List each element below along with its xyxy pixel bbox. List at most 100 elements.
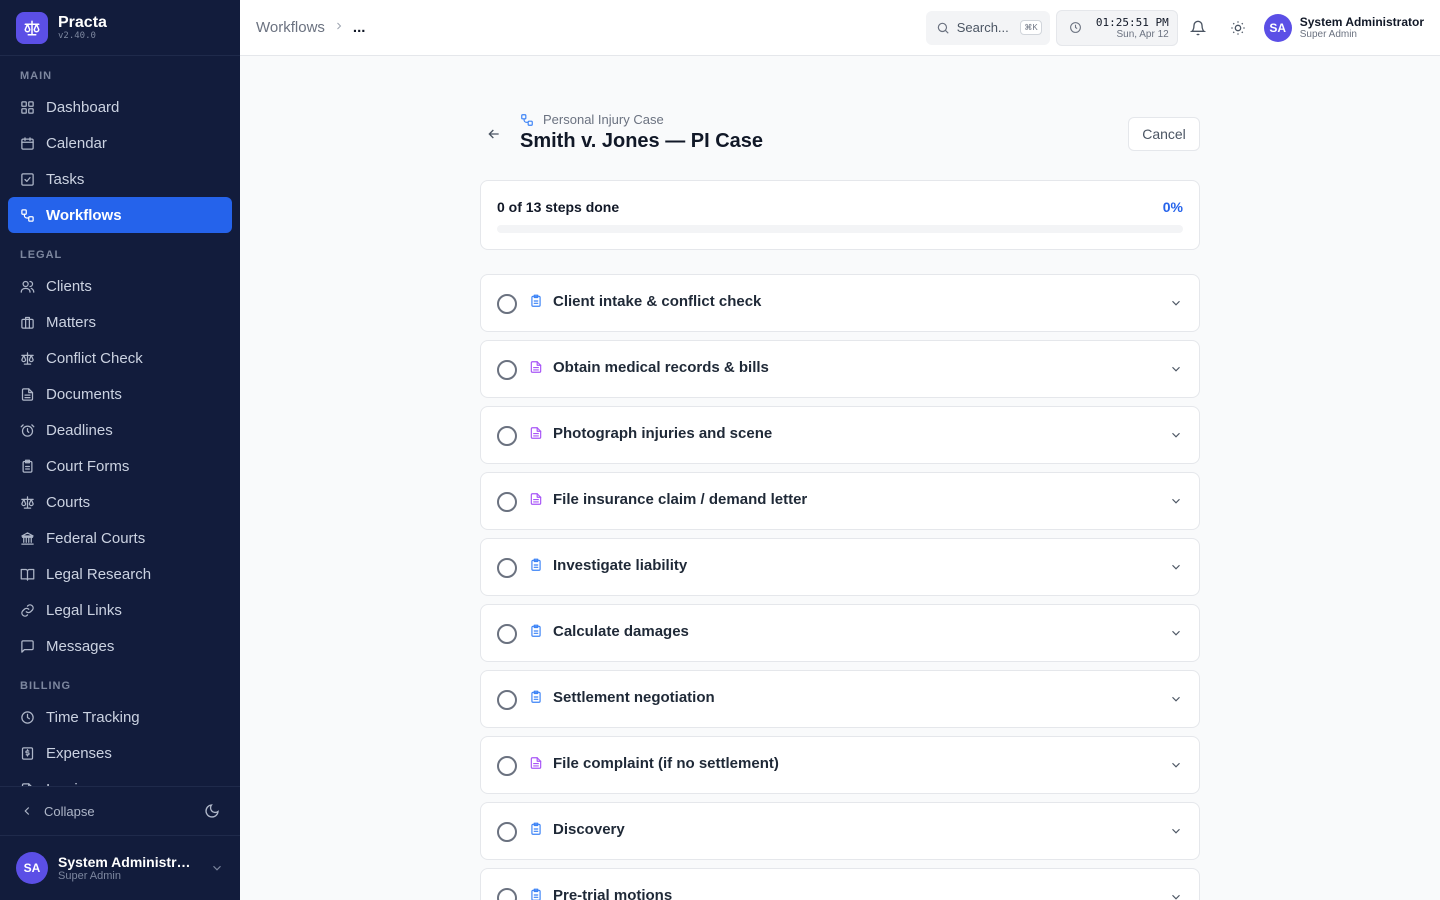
chevron-down-icon[interactable]	[1169, 626, 1183, 640]
sidebar-item-legal-links[interactable]: Legal Links	[8, 592, 232, 628]
step-type	[529, 558, 543, 572]
sidebar-item-label: Documents	[46, 385, 122, 403]
sidebar-item-documents[interactable]: Documents	[8, 376, 232, 412]
step-checkbox[interactable]	[497, 888, 517, 900]
step-label: Client intake & conflict check	[553, 292, 762, 310]
document-icon	[530, 427, 542, 439]
sidebar-item-invoices[interactable]: Invoices	[8, 771, 232, 786]
arrow-left-icon[interactable]	[486, 126, 502, 142]
step-type	[529, 888, 543, 900]
briefcase-icon	[21, 316, 34, 329]
tasks-icon	[21, 172, 34, 186]
search-button[interactable]: Search... ⌘K	[925, 10, 1050, 45]
sidebar-item-label: Deadlines	[46, 421, 113, 439]
nav-section-label: LEGAL	[20, 249, 63, 261]
nav-section-label: BILLING	[20, 680, 71, 692]
sidebar-item-label: Matters	[46, 313, 97, 331]
landmark-icon	[21, 531, 34, 545]
dashboard-icon	[21, 100, 34, 114]
workflow-step[interactable]: Settlement negotiation	[480, 670, 1200, 728]
chevron-down-icon[interactable]	[1169, 494, 1183, 508]
avatar: SA	[16, 852, 48, 884]
step-checkbox[interactable]	[497, 360, 517, 380]
step-label: Calculate damages	[553, 622, 689, 640]
breadcrumb-workflows[interactable]: Workflows	[256, 19, 325, 36]
sidebar-item-workflows[interactable]: Workflows	[8, 197, 232, 233]
sidebar-item-legal-research[interactable]: Legal Research	[8, 556, 232, 592]
sidebar-item-label: Legal Links	[46, 601, 122, 619]
sidebar-item-court-forms[interactable]: Court Forms	[8, 448, 232, 484]
app-version: v2.40.0	[58, 31, 96, 41]
workflow-step[interactable]: Client intake & conflict check	[480, 274, 1200, 332]
workflow-step[interactable]: Discovery	[480, 802, 1200, 860]
step-type	[529, 624, 543, 638]
sidebar-item-matters[interactable]: Matters	[8, 304, 232, 340]
workflow-step[interactable]: File insurance claim / demand letter	[480, 472, 1200, 530]
topbar: Workflows ... Search... ⌘K 01:25:51 PM S…	[240, 0, 1440, 56]
chevron-down-icon[interactable]	[1169, 296, 1183, 310]
workflow-step[interactable]: Photograph injuries and scene	[480, 406, 1200, 464]
step-checkbox[interactable]	[497, 294, 517, 314]
clipboard-icon	[22, 459, 33, 473]
top-user-menu[interactable]: SA System Administrator Super Admin	[1263, 13, 1424, 42]
sidebar-item-label: Time Tracking	[46, 708, 140, 726]
progress-percent: 0%	[1162, 199, 1183, 215]
user-role: Super Admin	[1299, 29, 1357, 40]
step-checkbox[interactable]	[497, 624, 517, 644]
sidebar-item-time-tracking[interactable]: Time Tracking	[8, 699, 232, 735]
step-label: Photograph injuries and scene	[553, 424, 773, 442]
sidebar-item-tasks[interactable]: Tasks	[8, 161, 232, 197]
step-type	[529, 822, 543, 836]
sidebar-item-label: Workflows	[46, 206, 122, 224]
theme-toggle-button[interactable]	[1218, 10, 1258, 46]
sidebar-item-deadlines[interactable]: Deadlines	[8, 412, 232, 448]
workflow-step[interactable]: Pre-trial motions	[480, 868, 1200, 900]
chevron-down-icon[interactable]	[1169, 890, 1183, 900]
sidebar-item-expenses[interactable]: Expenses	[8, 735, 232, 771]
step-checkbox[interactable]	[497, 690, 517, 710]
chevron-down-icon[interactable]	[1169, 758, 1183, 772]
sidebar-item-messages[interactable]: Messages	[8, 628, 232, 664]
chevron-down-icon[interactable]	[1169, 560, 1183, 574]
search-icon	[937, 22, 949, 34]
notifications-button[interactable]	[1178, 10, 1218, 46]
step-checkbox[interactable]	[497, 426, 517, 446]
bell-icon	[1189, 20, 1206, 35]
clipboard-icon	[531, 558, 541, 571]
sidebar-item-dashboard[interactable]: Dashboard	[8, 89, 232, 125]
chevron-down-icon[interactable]	[1169, 824, 1183, 838]
step-checkbox[interactable]	[497, 822, 517, 842]
workflow-step[interactable]: Obtain medical records & bills	[480, 340, 1200, 398]
clipboard-icon	[531, 294, 541, 307]
sidebar-item-clients[interactable]: Clients	[8, 268, 232, 304]
app-name: Practa	[58, 14, 107, 31]
document-icon	[530, 493, 542, 505]
receipt-icon	[21, 746, 34, 760]
workflow-step[interactable]: Calculate damages	[480, 604, 1200, 662]
sidebar-item-calendar[interactable]: Calendar	[8, 125, 232, 161]
brand[interactable]: Practa v2.40.0	[0, 0, 240, 56]
workflow-step[interactable]: Investigate liability	[480, 538, 1200, 596]
step-type	[529, 360, 543, 374]
workflow-step[interactable]: File complaint (if no settlement)	[480, 736, 1200, 794]
avatar: SA	[1263, 13, 1292, 42]
cancel-button[interactable]: Cancel	[1128, 117, 1200, 151]
sidebar-item-federal-courts[interactable]: Federal Courts	[8, 520, 232, 556]
chevron-down-icon[interactable]	[1169, 692, 1183, 706]
step-checkbox[interactable]	[497, 492, 517, 512]
chevron-down-icon[interactable]	[1169, 428, 1183, 442]
step-type	[529, 294, 543, 308]
sidebar-item-conflict-check[interactable]: Conflict Check	[8, 340, 232, 376]
step-label: Settlement negotiation	[553, 688, 715, 706]
clipboard-icon	[531, 690, 541, 703]
page-header: Personal Injury Case Smith v. Jones — PI…	[480, 111, 1200, 161]
step-checkbox[interactable]	[497, 756, 517, 776]
chevron-down-icon[interactable]	[1169, 362, 1183, 376]
book-icon	[20, 568, 35, 581]
collapse-button[interactable]: Collapse	[0, 786, 240, 836]
step-checkbox[interactable]	[497, 558, 517, 578]
link-icon	[21, 603, 34, 617]
moon-icon[interactable]	[204, 803, 220, 819]
sidebar-item-courts[interactable]: Courts	[8, 484, 232, 520]
sidebar-user-menu[interactable]: SA System Administrator Super Admin	[0, 836, 240, 900]
